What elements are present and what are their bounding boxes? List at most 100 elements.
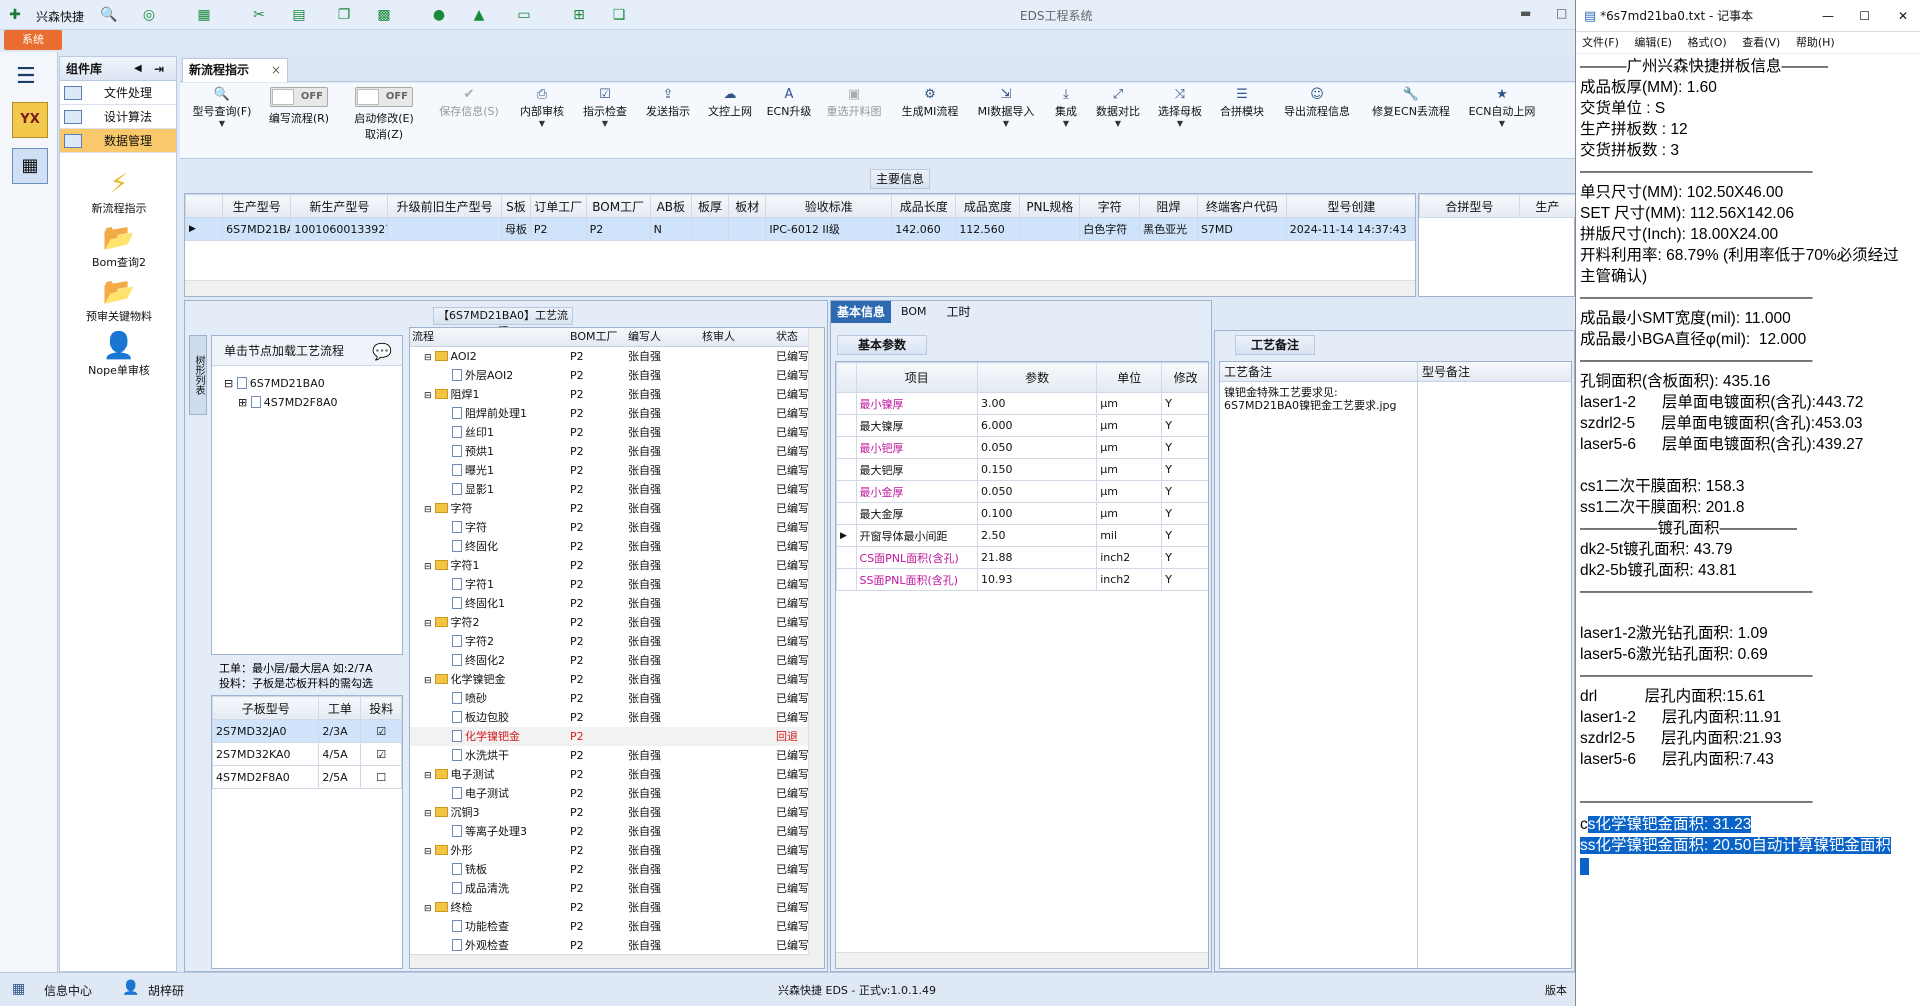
col-header[interactable]: 核审人 bbox=[702, 328, 776, 346]
table-cell[interactable]: P2 bbox=[529, 217, 587, 241]
col-header[interactable]: 字符 bbox=[1079, 194, 1141, 218]
table-cell[interactable] bbox=[728, 217, 767, 241]
col-header[interactable]: 型号创建 bbox=[1285, 194, 1415, 218]
table-icon[interactable]: ▦ bbox=[195, 6, 213, 24]
flow-row[interactable]: ⊟ 字符2 P2 张自强 已编写 bbox=[410, 613, 824, 632]
help-ring-icon[interactable]: ◎ bbox=[140, 6, 158, 24]
col-header[interactable]: 项目 bbox=[855, 362, 978, 393]
feed-checkbox[interactable]: ☑ bbox=[360, 742, 402, 766]
table-row[interactable]: 最小金厚 0.050 μm Y bbox=[836, 480, 1208, 503]
flow-row[interactable]: 显影1 P2 张自强 已编写 bbox=[410, 480, 824, 499]
table-row[interactable]: CS面PNL面积(含孔) 21.88 inch2 Y bbox=[836, 546, 1208, 569]
param-value[interactable]: 0.050 bbox=[976, 480, 1098, 503]
collapse-icon[interactable]: ⊟ bbox=[424, 809, 432, 819]
reselect-cutting-button[interactable]: ▣ 重选开料图 bbox=[820, 87, 888, 119]
tab-basic-info[interactable]: 基本信息 bbox=[831, 301, 892, 323]
search-icon[interactable]: 🔍 bbox=[100, 6, 118, 24]
pin-icon[interactable]: ⇥ bbox=[154, 57, 164, 81]
table-cell[interactable]: 4S7MD2F8A0 bbox=[211, 765, 320, 789]
flow-row[interactable]: 丝印1 P2 张自强 已编写 bbox=[410, 423, 824, 442]
flow-row[interactable]: 曝光1 P2 张自强 已编写 bbox=[410, 461, 824, 480]
system-button[interactable]: 系统 bbox=[4, 30, 62, 50]
tab-bom[interactable]: BOM bbox=[891, 301, 937, 323]
table-row[interactable]: 2S7MD32JA0 2/3A ☑ bbox=[211, 719, 402, 743]
instruction-check-button[interactable]: ☑ 指示检查 ▼ bbox=[576, 87, 634, 128]
table-row[interactable]: SS面PNL面积(含孔) 10.93 inch2 Y bbox=[836, 568, 1208, 591]
copy-icon[interactable]: ❐ bbox=[335, 6, 353, 24]
table-cell[interactable]: S7MD bbox=[1196, 217, 1287, 241]
flow-name[interactable]: 字符 bbox=[410, 518, 570, 537]
flow-name[interactable]: ⊟ AOI2 bbox=[410, 347, 570, 366]
flow-row[interactable]: 功能检查 P2 张自强 已编写 bbox=[410, 917, 824, 936]
param-value[interactable]: 3.00 bbox=[976, 392, 1098, 415]
table-row[interactable]: 最小镍厚 3.00 μm Y bbox=[836, 392, 1208, 415]
col-header[interactable]: 生产型号 bbox=[222, 194, 292, 218]
data-compare-button[interactable]: ⤢ 数据对比 ▼ bbox=[1090, 87, 1146, 128]
export-flow-button[interactable]: ☺ 导出流程信息 bbox=[1276, 87, 1358, 119]
mi-data-import-button[interactable]: ⇲ MI数据导入 ▼ bbox=[972, 87, 1040, 128]
col-header[interactable]: 修改 bbox=[1161, 362, 1208, 393]
close-icon[interactable]: × bbox=[271, 59, 281, 81]
flow-name[interactable]: 外观检查 bbox=[410, 936, 570, 955]
col-header[interactable]: 合拼型号 bbox=[1419, 194, 1520, 218]
flow-row[interactable]: 预烘1 P2 张自强 已编写 bbox=[410, 442, 824, 461]
flow-row[interactable]: ⊟ 字符1 P2 张自强 已编写 bbox=[410, 556, 824, 575]
table-cell[interactable]: 10010600133927 bbox=[290, 217, 389, 241]
table-cell[interactable]: 142.060 bbox=[891, 217, 957, 241]
merge-module-button[interactable]: ☰ 合拼模块 bbox=[1214, 87, 1270, 119]
col-header[interactable]: AB板 bbox=[649, 194, 692, 218]
tile-bom-query[interactable]: 📂 Bom查询2 bbox=[64, 222, 174, 270]
param-value[interactable]: 21.88 bbox=[976, 546, 1098, 569]
param-value[interactable]: 2.50 bbox=[976, 524, 1098, 547]
table-cell[interactable] bbox=[387, 217, 502, 241]
minimize-icon[interactable]: — bbox=[1822, 0, 1834, 32]
param-modify[interactable]: Y bbox=[1161, 546, 1208, 569]
tree-node[interactable]: ⊟ 6S7MD21BA0 bbox=[224, 374, 402, 393]
calculator-icon[interactable]: ▦ bbox=[12, 148, 48, 184]
flow-name[interactable]: ⊟ 字符1 bbox=[410, 556, 570, 575]
col-header[interactable]: 工艺备注 bbox=[1220, 362, 1418, 381]
flow-name[interactable]: ⊟ 字符 bbox=[410, 499, 570, 518]
collapse-left-icon[interactable]: ◀ bbox=[134, 57, 142, 81]
table-cell[interactable]: 4/5A bbox=[318, 742, 362, 766]
col-header[interactable]: PNL规格 bbox=[1019, 194, 1081, 218]
chart-icon[interactable]: ▲ bbox=[470, 6, 488, 24]
col-header[interactable]: 阻焊 bbox=[1139, 194, 1198, 218]
flow-row[interactable]: ⊟ 化学镍钯金 P2 张自强 已编写 bbox=[410, 670, 824, 689]
flow-name[interactable]: 功能检查 bbox=[410, 917, 570, 936]
menu-file[interactable]: 文件(F) bbox=[1582, 36, 1619, 49]
flow-name[interactable]: 字符2 bbox=[410, 632, 570, 651]
col-header[interactable]: BOM工厂 bbox=[570, 328, 628, 346]
flow-row[interactable]: 外观检查 P2 张自强 已编写 bbox=[410, 936, 824, 955]
table-row[interactable]: 最小钯厚 0.050 μm Y bbox=[836, 436, 1208, 459]
tree-node[interactable]: ⊞ 4S7MD2F8A0 bbox=[224, 393, 402, 412]
doc-online-button[interactable]: ☁ 文控上网 bbox=[702, 87, 758, 119]
internal-review-button[interactable]: ⎙ 内部审核 ▼ bbox=[514, 87, 570, 128]
tile-nope-review[interactable]: 👤 Nope单审核 bbox=[64, 330, 174, 378]
feed-checkbox[interactable]: ☑ bbox=[360, 719, 402, 743]
col-header[interactable]: 单位 bbox=[1096, 362, 1163, 393]
cancel-label[interactable]: 取消(Z) bbox=[348, 126, 420, 142]
col-header[interactable]: 子板型号 bbox=[211, 696, 320, 720]
flow-row[interactable]: 字符 P2 张自强 已编写 bbox=[410, 518, 824, 537]
select-mother-board-button[interactable]: ⤨ 选择母板 ▼ bbox=[1152, 87, 1208, 128]
flow-name[interactable]: 成品清洗 bbox=[410, 879, 570, 898]
table-cell[interactable]: 6S7MD21BA0 bbox=[222, 217, 292, 241]
feed-checkbox[interactable]: ☐ bbox=[360, 765, 402, 789]
param-modify[interactable]: Y bbox=[1161, 568, 1208, 591]
yx-app-icon[interactable]: YX bbox=[12, 102, 48, 138]
sidebar-item-design-algorithm[interactable]: 设计算法 bbox=[60, 105, 176, 129]
table-cell[interactable]: 112.560 bbox=[955, 217, 1021, 241]
ecn-auto-online-button[interactable]: ★ ECN自动上网 ▼ bbox=[1462, 87, 1542, 128]
col-header[interactable]: 板厚 bbox=[690, 194, 730, 218]
flow-name[interactable]: ⊟ 终检 bbox=[410, 898, 570, 917]
table-cell[interactable]: 白色字符 bbox=[1079, 217, 1141, 241]
collapse-icon[interactable]: ⊟ bbox=[424, 353, 432, 363]
table-cell[interactable]: 黑色亚光 bbox=[1139, 217, 1198, 241]
fix-ecn-button[interactable]: 🔧 修复ECN丢流程 bbox=[1366, 87, 1456, 119]
notepad-selection[interactable]: cs化学镍钯金面积: 31.23 ss化学镍钯金面积: 20.50自动计算镍钯金… bbox=[1576, 814, 1920, 879]
table-cell[interactable] bbox=[1019, 217, 1081, 241]
flow-name[interactable]: 终固化 bbox=[410, 537, 570, 556]
flow-row[interactable]: 喷砂 P2 张自强 已编写 bbox=[410, 689, 824, 708]
table-cell[interactable]: 2/3A bbox=[318, 719, 362, 743]
